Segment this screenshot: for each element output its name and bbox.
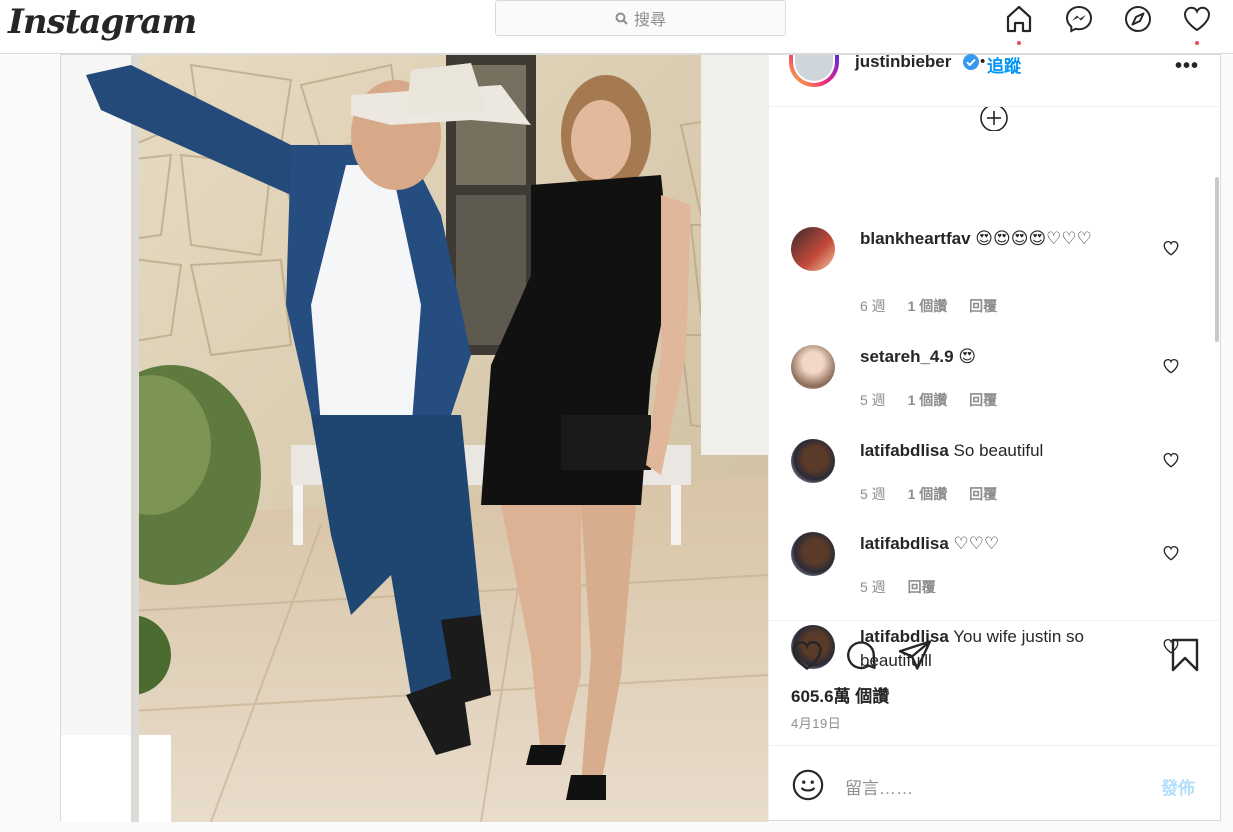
- comment-age: 5 週: [860, 486, 886, 502]
- comment-text: So beautiful: [953, 441, 1044, 460]
- verified-badge-icon: [963, 54, 979, 70]
- comment-body: latifabdlisa ♡♡♡: [860, 532, 1142, 556]
- comment-like-count[interactable]: 1 個讚: [908, 298, 948, 314]
- share-paper-plane-icon[interactable]: [897, 637, 933, 673]
- comment-username[interactable]: latifabdlisa: [860, 441, 949, 460]
- comment-age: 6 週: [860, 298, 886, 314]
- comment-text: 😍: [958, 347, 977, 366]
- comment-username[interactable]: latifabdlisa: [860, 534, 949, 553]
- comment-reply-button[interactable]: 回覆: [908, 579, 936, 595]
- comment-text: 😍😍😍😍♡♡♡: [975, 229, 1092, 248]
- search-input[interactable]: 搜尋: [495, 0, 786, 36]
- comment-input[interactable]: 留言……: [845, 774, 913, 799]
- emoji-picker-icon[interactable]: [791, 768, 825, 802]
- search-placeholder: 搜尋: [633, 12, 666, 29]
- comment-like-heart-icon[interactable]: [1162, 544, 1180, 562]
- save-bookmark-icon[interactable]: [1167, 637, 1203, 673]
- comment-text: ♡♡♡: [953, 534, 1000, 553]
- commenter-avatar[interactable]: [791, 439, 835, 483]
- comment-bubble-icon[interactable]: [843, 637, 879, 673]
- comment-like-count[interactable]: 1 個讚: [908, 392, 948, 408]
- post-comment-button[interactable]: 發佈: [1161, 774, 1195, 799]
- post-header: justinbieber • 追蹤 •••: [769, 52, 1222, 107]
- comment-meta: 5 週 1 個讚 回覆: [860, 390, 1015, 410]
- commenter-avatar[interactable]: [791, 227, 835, 271]
- activity-notification-dot: [1195, 41, 1199, 45]
- comment-like-heart-icon[interactable]: [1162, 239, 1180, 257]
- comment-username[interactable]: blankheartfav: [860, 229, 971, 248]
- comment-age: 5 週: [860, 579, 886, 595]
- instagram-logo[interactable]: Instagram: [8, 2, 197, 42]
- commenter-avatar[interactable]: [791, 532, 835, 576]
- author-username[interactable]: justinbieber: [855, 52, 951, 72]
- search-icon: [615, 12, 628, 25]
- post-actions: 605.6萬 個讚 4月19日: [769, 620, 1222, 746]
- post-side-panel: justinbieber • 追蹤 ••• blankheartfav 😍😍😍😍…: [768, 52, 1222, 822]
- post-date[interactable]: 4月19日: [791, 713, 841, 732]
- like-heart-icon[interactable]: [789, 637, 825, 673]
- top-navigation-bar: Instagram 搜尋: [0, 0, 1233, 54]
- commenter-avatar[interactable]: [791, 345, 835, 389]
- comment-meta: 5 週 1 個讚 回覆: [860, 484, 1015, 504]
- comment-meta: 5 週 回覆: [860, 577, 954, 597]
- explore-icon[interactable]: [1122, 3, 1154, 35]
- comment-like-heart-icon[interactable]: [1162, 451, 1180, 469]
- follow-button[interactable]: 追蹤: [987, 52, 1021, 77]
- post-modal: justinbieber • 追蹤 ••• blankheartfav 😍😍😍😍…: [60, 52, 1222, 822]
- header-separator: •: [980, 53, 986, 70]
- more-options-button[interactable]: •••: [1175, 55, 1199, 78]
- comment-meta: 6 週 1 個讚 回覆: [860, 296, 1015, 316]
- comment-username[interactable]: setareh_4.9: [860, 347, 954, 366]
- comment-body: latifabdlisa So beautiful: [860, 439, 1142, 463]
- post-photo[interactable]: [61, 55, 768, 822]
- comment-like-count[interactable]: 1 個讚: [908, 486, 948, 502]
- like-count[interactable]: 605.6萬 個讚: [791, 682, 889, 707]
- home-icon[interactable]: [1003, 3, 1035, 35]
- activity-heart-icon[interactable]: [1181, 3, 1213, 35]
- comment-reply-button[interactable]: 回覆: [969, 392, 997, 408]
- comment-body: setareh_4.9 😍: [860, 345, 1142, 369]
- home-notification-dot: [1017, 41, 1021, 45]
- comment-reply-button[interactable]: 回覆: [969, 298, 997, 314]
- comments-scrollbar[interactable]: [1215, 177, 1219, 342]
- comment-reply-button[interactable]: 回覆: [969, 486, 997, 502]
- comment-age: 5 週: [860, 392, 886, 408]
- comments-list: blankheartfav 😍😍😍😍♡♡♡ 6 週 1 個讚 回覆 setare…: [769, 107, 1222, 669]
- messenger-icon[interactable]: [1063, 3, 1095, 35]
- load-more-comments-icon[interactable]: [977, 107, 1011, 131]
- add-comment-bar: 留言…… 發佈: [769, 745, 1222, 822]
- comment-like-heart-icon[interactable]: [1162, 357, 1180, 375]
- comment-body: blankheartfav 😍😍😍😍♡♡♡: [860, 227, 1142, 251]
